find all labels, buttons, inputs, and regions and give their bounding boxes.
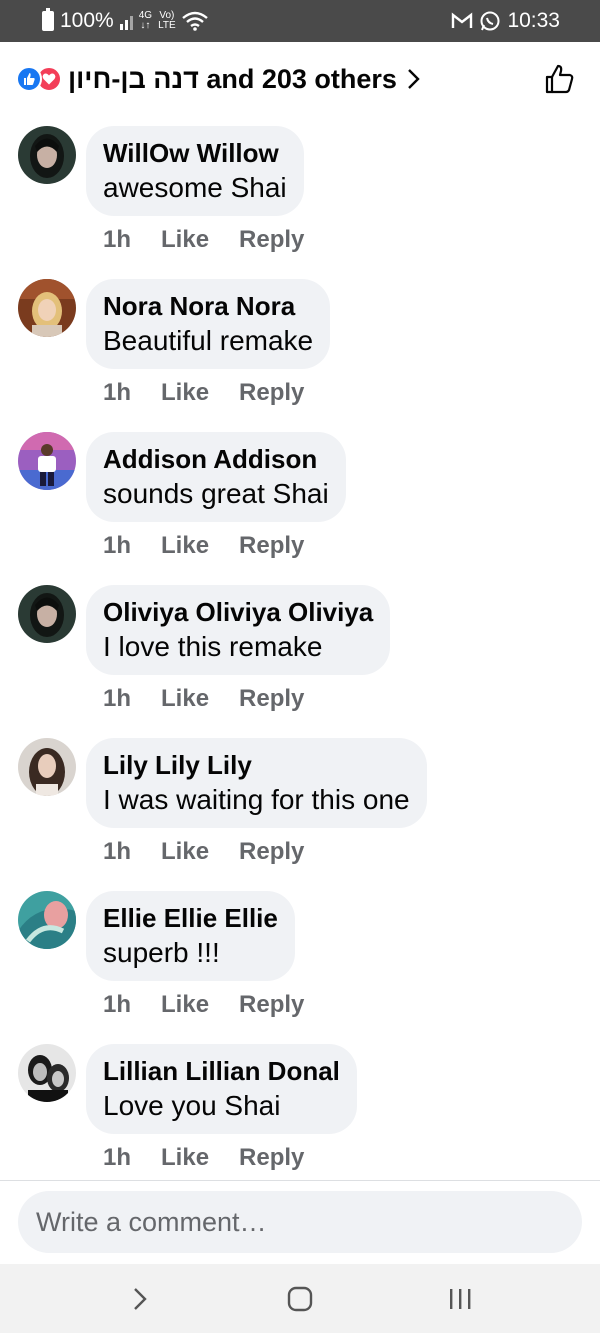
comment-actions: 1h Like Reply: [103, 991, 304, 1019]
reply-button[interactable]: Reply: [239, 1144, 304, 1172]
reaction-icons: [16, 66, 62, 92]
comment-time: 1h: [103, 838, 132, 865]
chevron-right-icon: [134, 1287, 147, 1310]
reactions-header[interactable]: דנה בן-חיון and 203 others: [0, 42, 600, 116]
comment-actions: 1h Like Reply: [103, 226, 304, 254]
signal-icon: [119, 12, 133, 30]
comment-bubble[interactable]: Nora Nora Nora Beautiful remake: [86, 279, 331, 369]
comment-time: 1h: [103, 1144, 132, 1171]
comment-author[interactable]: Oliviya Oliviya Oliviya: [103, 595, 373, 629]
comments-list: WillOw Willow awesome Shai 1h Like Reply…: [0, 116, 600, 1187]
status-left: 100% 4G ↓↑ Vo) LTE: [42, 8, 208, 33]
like-button[interactable]: Like: [161, 685, 209, 713]
like-button[interactable]: Like: [161, 838, 209, 866]
avatar-image: [18, 738, 76, 796]
avatar[interactable]: [18, 585, 76, 643]
battery-percent: 100%: [60, 9, 114, 32]
reply-button[interactable]: Reply: [239, 685, 304, 713]
comment-author[interactable]: Lily Lily Lily: [103, 748, 410, 782]
comment-actions: 1h Like Reply: [103, 685, 304, 713]
comment-input[interactable]: [18, 1191, 582, 1253]
like-reaction-icon: [16, 66, 42, 92]
comment-text: I love this remake: [103, 631, 323, 662]
comment-actions: 1h Like Reply: [103, 532, 304, 560]
reply-button[interactable]: Reply: [239, 532, 304, 560]
chevron-right-icon[interactable]: [407, 68, 421, 90]
avatar-image: [18, 585, 76, 643]
recents-button[interactable]: [430, 1274, 490, 1324]
thumbs-up-icon[interactable]: [540, 59, 580, 99]
back-button[interactable]: [110, 1274, 170, 1324]
comment-item: Lily Lily Lily I was waiting for this on…: [0, 728, 600, 881]
battery-icon: [42, 8, 54, 31]
comment-time: 1h: [103, 685, 132, 712]
avatar[interactable]: [18, 1044, 76, 1102]
comment-author[interactable]: Nora Nora Nora: [103, 289, 313, 323]
comment-actions: 1h Like Reply: [103, 838, 304, 866]
comment-time: 1h: [103, 991, 132, 1018]
like-button[interactable]: Like: [161, 532, 209, 560]
comment-text: Beautiful remake: [103, 325, 314, 356]
comment-text: awesome Shai: [103, 172, 287, 203]
comment-time: 1h: [103, 226, 132, 253]
comment-item: Nora Nora Nora Beautiful remake 1h Like …: [0, 269, 600, 422]
reactions-summary[interactable]: דנה בן-חיון and 203 others: [68, 64, 397, 95]
like-button[interactable]: Like: [161, 991, 209, 1019]
home-button[interactable]: [270, 1274, 330, 1324]
avatar-image: [18, 432, 76, 490]
recents-icon: [450, 1288, 471, 1309]
avatar[interactable]: [18, 738, 76, 796]
home-square-icon: [287, 1286, 313, 1311]
comment-author[interactable]: Ellie Ellie Ellie: [103, 901, 278, 935]
comment-bubble[interactable]: Addison Addison sounds great Shai: [86, 432, 346, 522]
comment-item: Lillian Lillian Donal Love you Shai 1h L…: [0, 1034, 600, 1187]
volte-indicator: Vo) LTE: [158, 10, 176, 31]
navigation-bar: [0, 1264, 600, 1333]
gmail-icon: [452, 12, 473, 28]
comment-bubble[interactable]: WillOw Willow awesome Shai: [86, 126, 304, 216]
comment-bubble[interactable]: Lillian Lillian Donal Love you Shai: [86, 1044, 357, 1134]
like-button[interactable]: Like: [161, 379, 209, 407]
avatar-image: [18, 891, 76, 949]
comment-bubble[interactable]: Oliviya Oliviya Oliviya I love this rema…: [86, 585, 391, 675]
avatar[interactable]: [18, 891, 76, 949]
comment-text: I was waiting for this one: [103, 784, 410, 815]
avatar-image: [18, 1044, 76, 1102]
reply-button[interactable]: Reply: [239, 838, 304, 866]
comment-item: Oliviya Oliviya Oliviya I love this rema…: [0, 575, 600, 728]
comment-author[interactable]: Addison Addison: [103, 442, 329, 476]
comment-bubble[interactable]: Ellie Ellie Ellie superb !!!: [86, 891, 295, 981]
comment-time: 1h: [103, 379, 132, 406]
whatsapp-icon: [480, 11, 500, 31]
comment-actions: 1h Like Reply: [103, 1144, 304, 1172]
network-type: 4G ↓↑: [138, 10, 153, 31]
status-right: 10:33: [451, 9, 560, 33]
like-button[interactable]: Like: [161, 1144, 209, 1172]
comment-bubble[interactable]: Lily Lily Lily I was waiting for this on…: [86, 738, 427, 828]
comment-item: WillOw Willow awesome Shai 1h Like Reply: [0, 116, 600, 269]
avatar[interactable]: [18, 432, 76, 490]
avatar-image: [18, 126, 76, 184]
comment-composer: [0, 1180, 600, 1264]
avatar[interactable]: [18, 279, 76, 337]
comment-item: Addison Addison sounds great Shai 1h Lik…: [0, 422, 600, 575]
status-bar: 100% 4G ↓↑ Vo) LTE 10:33: [0, 0, 600, 42]
comment-item: Ellie Ellie Ellie superb !!! 1h Like Rep…: [0, 881, 600, 1034]
clock: 10:33: [507, 9, 560, 32]
comment-author[interactable]: WillOw Willow: [103, 136, 287, 170]
wifi-icon: [181, 11, 208, 31]
avatar[interactable]: [18, 126, 76, 184]
like-button[interactable]: Like: [161, 226, 209, 254]
comment-actions: 1h Like Reply: [103, 379, 304, 407]
comment-text: Love you Shai: [103, 1090, 281, 1121]
comment-text: superb !!!: [103, 937, 220, 968]
reply-button[interactable]: Reply: [239, 379, 304, 407]
avatar-image: [18, 279, 76, 337]
comment-text: sounds great Shai: [103, 478, 329, 509]
reply-button[interactable]: Reply: [239, 991, 304, 1019]
comment-time: 1h: [103, 532, 132, 559]
comment-author[interactable]: Lillian Lillian Donal: [103, 1054, 340, 1088]
reply-button[interactable]: Reply: [239, 226, 304, 254]
